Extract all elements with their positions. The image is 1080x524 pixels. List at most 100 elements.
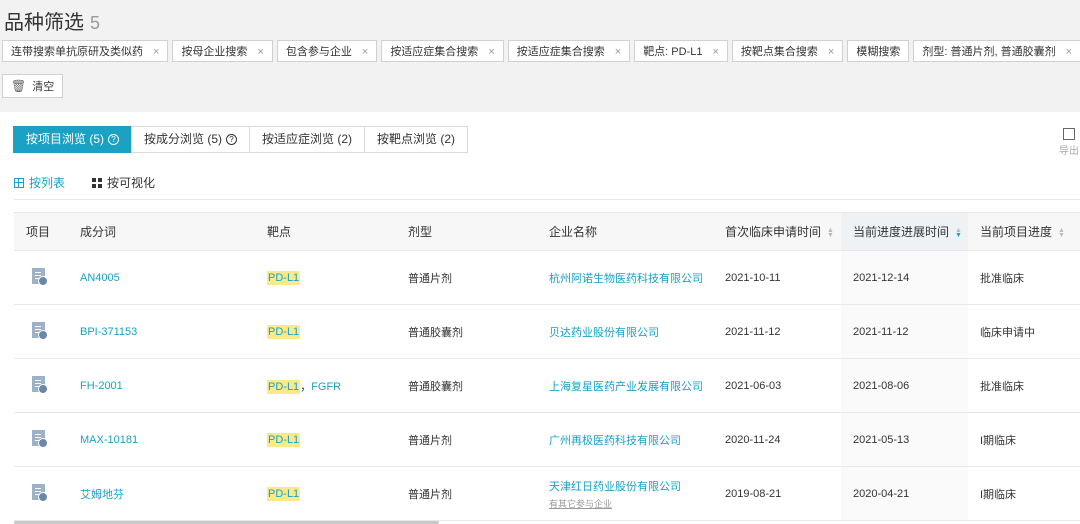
filter-tag[interactable]: 剂型: 普通片剂, 普通胶囊剂 × bbox=[913, 40, 1080, 62]
ingredient-link[interactable]: FH-2001 bbox=[80, 380, 123, 392]
progress-date: 2021-12-14 bbox=[841, 250, 968, 305]
column-header[interactable]: 当前进度进展时间 ▲ ▼ bbox=[841, 212, 968, 251]
company-cell: 杭州阿诺生物医药科技有限公司 bbox=[537, 250, 713, 305]
view-tab-2[interactable]: 按适应症浏览 (2) bbox=[249, 126, 366, 153]
filter-tag-label: 按母企业搜索 bbox=[181, 46, 248, 58]
filter-tag-label: 包含参与企业 bbox=[285, 46, 352, 58]
company-link[interactable]: 杭州阿诺生物医药科技有限公司 bbox=[549, 273, 703, 285]
target-link[interactable]: PD-L1 bbox=[267, 270, 301, 285]
mode-list-label: 按列表 bbox=[29, 176, 66, 190]
first-application-date: 2019-08-21 bbox=[713, 466, 841, 521]
filter-tag[interactable]: 包含参与企业 × bbox=[276, 40, 378, 62]
help-icon[interactable]: ? bbox=[226, 134, 238, 146]
close-icon[interactable]: × bbox=[828, 46, 834, 58]
target-cell: PD-L1，FGFR bbox=[255, 358, 396, 413]
filter-tag-label: 剂型: 普通片剂, 普通胶囊剂 bbox=[922, 46, 1056, 58]
column-header-label: 成分词 bbox=[80, 225, 117, 239]
help-icon[interactable]: ? bbox=[108, 134, 120, 146]
column-header-label: 靶点 bbox=[267, 225, 292, 239]
clear-label: 清空 bbox=[32, 81, 55, 93]
export-button[interactable]: 导出 bbox=[1058, 128, 1080, 157]
dosage-cell: 普通胶囊剂 bbox=[396, 304, 537, 359]
target-cell: PD-L1 bbox=[255, 412, 396, 467]
progress-date: 2021-05-13 bbox=[841, 412, 968, 467]
dosage-cell: 普通片剂 bbox=[396, 250, 537, 305]
document-icon[interactable] bbox=[32, 268, 48, 286]
filter-tag[interactable]: 按靶点集合搜索 × bbox=[731, 40, 844, 62]
filter-tag-label: 按适应症集合搜索 bbox=[516, 46, 605, 58]
target-link[interactable]: PD-L1 bbox=[267, 324, 301, 339]
filter-tag[interactable]: 按母企业搜索 × bbox=[172, 40, 273, 62]
ingredient-link[interactable]: AN4005 bbox=[80, 272, 120, 284]
company-link[interactable]: 天津红日药业股份有限公司 bbox=[549, 481, 681, 493]
view-tab-label: 按适应症浏览 (2) bbox=[262, 132, 353, 146]
target-link[interactable]: PD-L1 bbox=[267, 432, 301, 447]
mode-list-tab[interactable]: 按列表 bbox=[14, 174, 65, 191]
ingredient-link[interactable]: 艾姆地芬 bbox=[80, 489, 124, 501]
company-link[interactable]: 上海复星医药产业发展有限公司 bbox=[549, 381, 703, 393]
filter-tag-label: 靶点: PD-L1 bbox=[643, 46, 703, 58]
close-icon[interactable]: × bbox=[712, 46, 718, 58]
ingredient-link[interactable]: BPI-371153 bbox=[80, 326, 137, 338]
view-tab-3[interactable]: 按靶点浏览 (2) bbox=[364, 126, 469, 153]
column-header-label: 项目 bbox=[26, 225, 51, 239]
close-icon[interactable]: × bbox=[1066, 46, 1072, 58]
column-header-label: 首次临床申请时间 bbox=[725, 225, 822, 239]
document-icon[interactable] bbox=[32, 322, 48, 340]
close-icon[interactable]: × bbox=[153, 46, 159, 58]
column-header: 剂型 bbox=[396, 212, 537, 251]
sort-icon[interactable]: ▲ ▼ bbox=[827, 227, 834, 239]
filter-tag-label: 模糊搜索 bbox=[856, 46, 901, 58]
column-header: 靶点 bbox=[255, 212, 396, 251]
target-link[interactable]: PD-L1 bbox=[267, 379, 301, 394]
company-link[interactable]: 贝达药业股份有限公司 bbox=[549, 327, 659, 339]
filter-tag[interactable]: 按适应症集合搜索 × bbox=[381, 40, 504, 62]
other-companies-link[interactable]: 有其它参与企业 bbox=[549, 497, 713, 510]
view-tab-label: 按成分浏览 (5) bbox=[144, 132, 223, 146]
table-row: BPI-371153 PD-L1 普通胶囊剂 贝达药业股份有限公司 2021-11-12… bbox=[14, 304, 1080, 359]
document-icon[interactable] bbox=[32, 484, 48, 502]
page-header: 品种筛选 5 bbox=[4, 6, 100, 35]
filter-tag-label: 按适应症集合搜索 bbox=[390, 46, 479, 58]
close-icon[interactable]: × bbox=[615, 46, 621, 58]
filter-tag-label: 连带搜索单抗原研及类似药 bbox=[11, 46, 143, 58]
sort-icon[interactable]: ▲ ▼ bbox=[955, 227, 962, 239]
company-link[interactable]: 广州再极医药科技有限公司 bbox=[549, 435, 681, 447]
view-tab-0[interactable]: 按项目浏览 (5)? bbox=[13, 126, 133, 153]
column-header[interactable]: 当前项目进度 ▲ ▼ bbox=[968, 212, 1080, 251]
close-icon[interactable]: × bbox=[257, 46, 263, 58]
ingredient-cell: 艾姆地芬 bbox=[68, 466, 255, 521]
export-icon bbox=[1063, 128, 1075, 140]
column-header: 成分词 bbox=[68, 212, 255, 251]
close-icon[interactable]: × bbox=[362, 46, 368, 58]
progress-date: 2021-08-06 bbox=[841, 358, 968, 413]
trash-icon: 🗑 bbox=[11, 79, 27, 93]
column-header[interactable]: 首次临床申请时间 ▲ ▼ bbox=[713, 212, 841, 251]
filter-tag[interactable]: 靶点: PD-L1 × bbox=[634, 40, 728, 62]
filter-tags: 连带搜索单抗原研及类似药 × 按母企业搜索 × 包含参与企业 × 按适应症集合搜索 × 按适应症… bbox=[2, 40, 1080, 64]
project-status: I期临床 bbox=[968, 466, 1080, 521]
company-cell: 上海复星医药产业发展有限公司 bbox=[537, 358, 713, 413]
target-link[interactable]: FGFR bbox=[311, 381, 341, 393]
document-icon[interactable] bbox=[32, 430, 48, 448]
progress-date: 2020-04-21 bbox=[841, 466, 968, 521]
clear-button[interactable]: 🗑 清空 bbox=[2, 74, 64, 98]
project-status: 批准临床 bbox=[968, 250, 1080, 305]
column-header-label: 剂型 bbox=[408, 225, 433, 239]
ingredient-link[interactable]: MAX-10181 bbox=[80, 434, 138, 446]
close-icon[interactable]: × bbox=[488, 46, 494, 58]
view-tabs: 按项目浏览 (5)? 按成分浏览 (5)? 按适应症浏览 (2) 按靶点浏览 (2) bbox=[13, 126, 469, 153]
target-link[interactable]: PD-L1 bbox=[267, 486, 301, 501]
view-tab-1[interactable]: 按成分浏览 (5)? bbox=[131, 126, 251, 153]
table-header-row: 项目 成分词 靶点 剂型 企业名称 首次临床申请时间 ▲ ▼ 当前进度进展时间 ▲ ▼ 当前项目进度 ▲… bbox=[14, 212, 1080, 251]
filter-tag[interactable]: 模糊搜索 bbox=[847, 40, 910, 62]
first-application-date: 2021-10-11 bbox=[713, 250, 841, 305]
project-cell bbox=[14, 304, 68, 359]
sort-icon[interactable]: ▲ ▼ bbox=[1058, 227, 1065, 239]
document-icon[interactable] bbox=[32, 376, 48, 394]
mode-visual-label: 按可视化 bbox=[107, 176, 156, 190]
filter-tag[interactable]: 按适应症集合搜索 × bbox=[507, 40, 631, 62]
company-cell: 广州再极医药科技有限公司 bbox=[537, 412, 713, 467]
mode-visual-tab[interactable]: 按可视化 bbox=[92, 174, 155, 191]
filter-tag[interactable]: 连带搜索单抗原研及类似药 × bbox=[2, 40, 169, 62]
